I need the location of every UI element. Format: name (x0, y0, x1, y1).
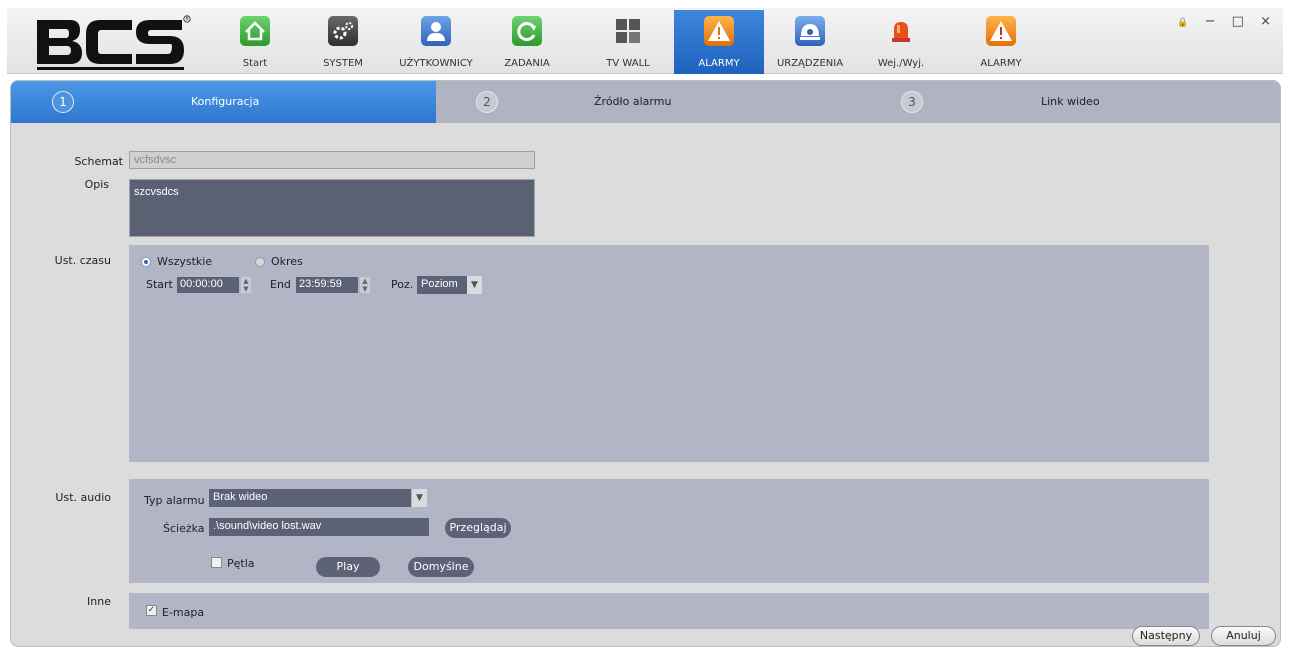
nav-devices[interactable]: URZĄDZENIA (765, 10, 855, 74)
radio-dot-unchecked (255, 256, 265, 267)
play-button[interactable]: Play (316, 557, 380, 577)
wizard-steps: 1 Konfiguracja 2 Źródło alarmu 3 Link wi… (11, 81, 1280, 123)
chevron-down-icon[interactable]: ▼ (412, 489, 427, 507)
nav-start[interactable]: Start (219, 10, 291, 74)
other-label: Inne (87, 595, 111, 608)
step-alarm-source[interactable]: 2 Źródło alarmu (436, 81, 856, 123)
end-time-input[interactable]: 23:59:59 (296, 277, 358, 293)
nav-label-io: Wej./Wyj. (877, 58, 925, 69)
start-label: Start (146, 278, 173, 291)
alarm-type-select[interactable]: Brak wideo (209, 489, 411, 507)
lock-icon[interactable]: 🔒 (1177, 18, 1194, 28)
browse-button[interactable]: Przeglądaj (445, 518, 511, 538)
nav-alarm-active[interactable]: ALARMY (674, 10, 764, 74)
cancel-button[interactable]: Anuluj (1211, 626, 1276, 646)
opis-textarea[interactable]: szcvsdcs (129, 179, 535, 237)
step-number: 1 (52, 91, 74, 113)
nav-label-devices: URZĄDZENIA (776, 58, 844, 69)
nav-label-system: SYSTEM (323, 58, 363, 69)
radio-all-label: Wszystkie (157, 255, 213, 268)
next-button[interactable]: Następny (1132, 626, 1200, 646)
nav-label-tasks: ZADANIA (504, 58, 550, 69)
audio-settings-label: Ust. audio (55, 491, 111, 504)
end-label: End (270, 278, 291, 291)
nav-tv-wall[interactable]: TV WALL (592, 10, 664, 74)
step-label: Konfiguracja (191, 95, 260, 108)
alarm-config-frame: 1 Konfiguracja 2 Źródło alarmu 3 Link wi… (10, 80, 1281, 647)
top-navigation-bar: R Start SYSTEM UŻYTKOWNICY ZADANIA TV WA… (7, 8, 1283, 74)
nav-alarm[interactable]: ALARMY (965, 10, 1037, 74)
camera-icon (795, 16, 825, 46)
nav-io[interactable]: Wej./Wyj. (865, 10, 937, 74)
time-settings-panel (129, 245, 1209, 462)
path-input[interactable]: .\sound\video lost.wav (209, 518, 429, 536)
nav-label-alarm-active: ALARMY (698, 58, 740, 69)
step-label: Źródło alarmu (594, 95, 672, 108)
opis-label: Opis (84, 178, 109, 191)
emap-checkbox[interactable]: ✓ (146, 605, 157, 616)
nav-users[interactable]: UŻYTKOWNICY (387, 10, 485, 74)
warning-icon (986, 16, 1016, 46)
user-icon (421, 16, 451, 46)
nav-tasks[interactable]: ZADANIA (491, 10, 563, 74)
schemat-field[interactable]: vcfsdvsc (129, 151, 535, 169)
path-label: Ścieżka (163, 522, 205, 535)
radio-period-label: Okres (271, 255, 303, 268)
radio-all[interactable]: Wszystkie (141, 255, 212, 268)
default-button[interactable]: Domyślne (408, 557, 474, 577)
other-panel (129, 593, 1209, 629)
chevron-down-icon[interactable]: ▼ (467, 276, 482, 294)
grid-icon (613, 16, 643, 46)
step-configuration[interactable]: 1 Konfiguracja (11, 81, 436, 123)
poz-label: Poz. (391, 278, 414, 291)
step-number: 2 (476, 91, 498, 113)
poz-select[interactable]: Poziom (417, 276, 467, 294)
siren-icon (886, 16, 916, 46)
close-button[interactable]: × (1260, 14, 1277, 29)
radio-dot-checked (141, 256, 151, 267)
window-controls: 🔒 − □ × (1177, 14, 1277, 29)
alarm-settings-icon (704, 16, 734, 46)
svg-text:R: R (186, 17, 189, 23)
nav-label-tv-wall: TV WALL (606, 58, 650, 69)
gear-icon (328, 16, 358, 46)
home-icon (240, 16, 270, 46)
nav-system[interactable]: SYSTEM (307, 10, 379, 74)
nav-label-users: UŻYTKOWNICY (399, 58, 473, 69)
alarm-type-label: Typ alarmu (144, 494, 205, 507)
loop-checkbox[interactable] (211, 557, 222, 568)
radio-period[interactable]: Okres (255, 255, 303, 268)
end-time-spinner[interactable]: ▲ ▼ (360, 277, 370, 293)
step-number: 3 (901, 91, 923, 113)
start-time-input[interactable]: 00:00:00 (177, 277, 239, 293)
bcs-logo: R (37, 15, 191, 70)
maximize-button[interactable]: □ (1232, 14, 1250, 29)
loop-label: Pętla (227, 557, 255, 570)
time-settings-label: Ust. czasu (54, 254, 111, 267)
nav-label-start: Start (242, 58, 268, 69)
nav-label-alarm: ALARMY (980, 58, 1022, 69)
minimize-button[interactable]: − (1205, 14, 1222, 29)
step-video-link[interactable]: 3 Link wideo (856, 81, 1280, 123)
refresh-icon (512, 16, 542, 46)
start-time-spinner[interactable]: ▲ ▼ (241, 277, 251, 293)
schemat-label: Schemat (74, 155, 123, 168)
step-label: Link wideo (1041, 95, 1100, 108)
emap-label: E-mapa (162, 606, 205, 619)
